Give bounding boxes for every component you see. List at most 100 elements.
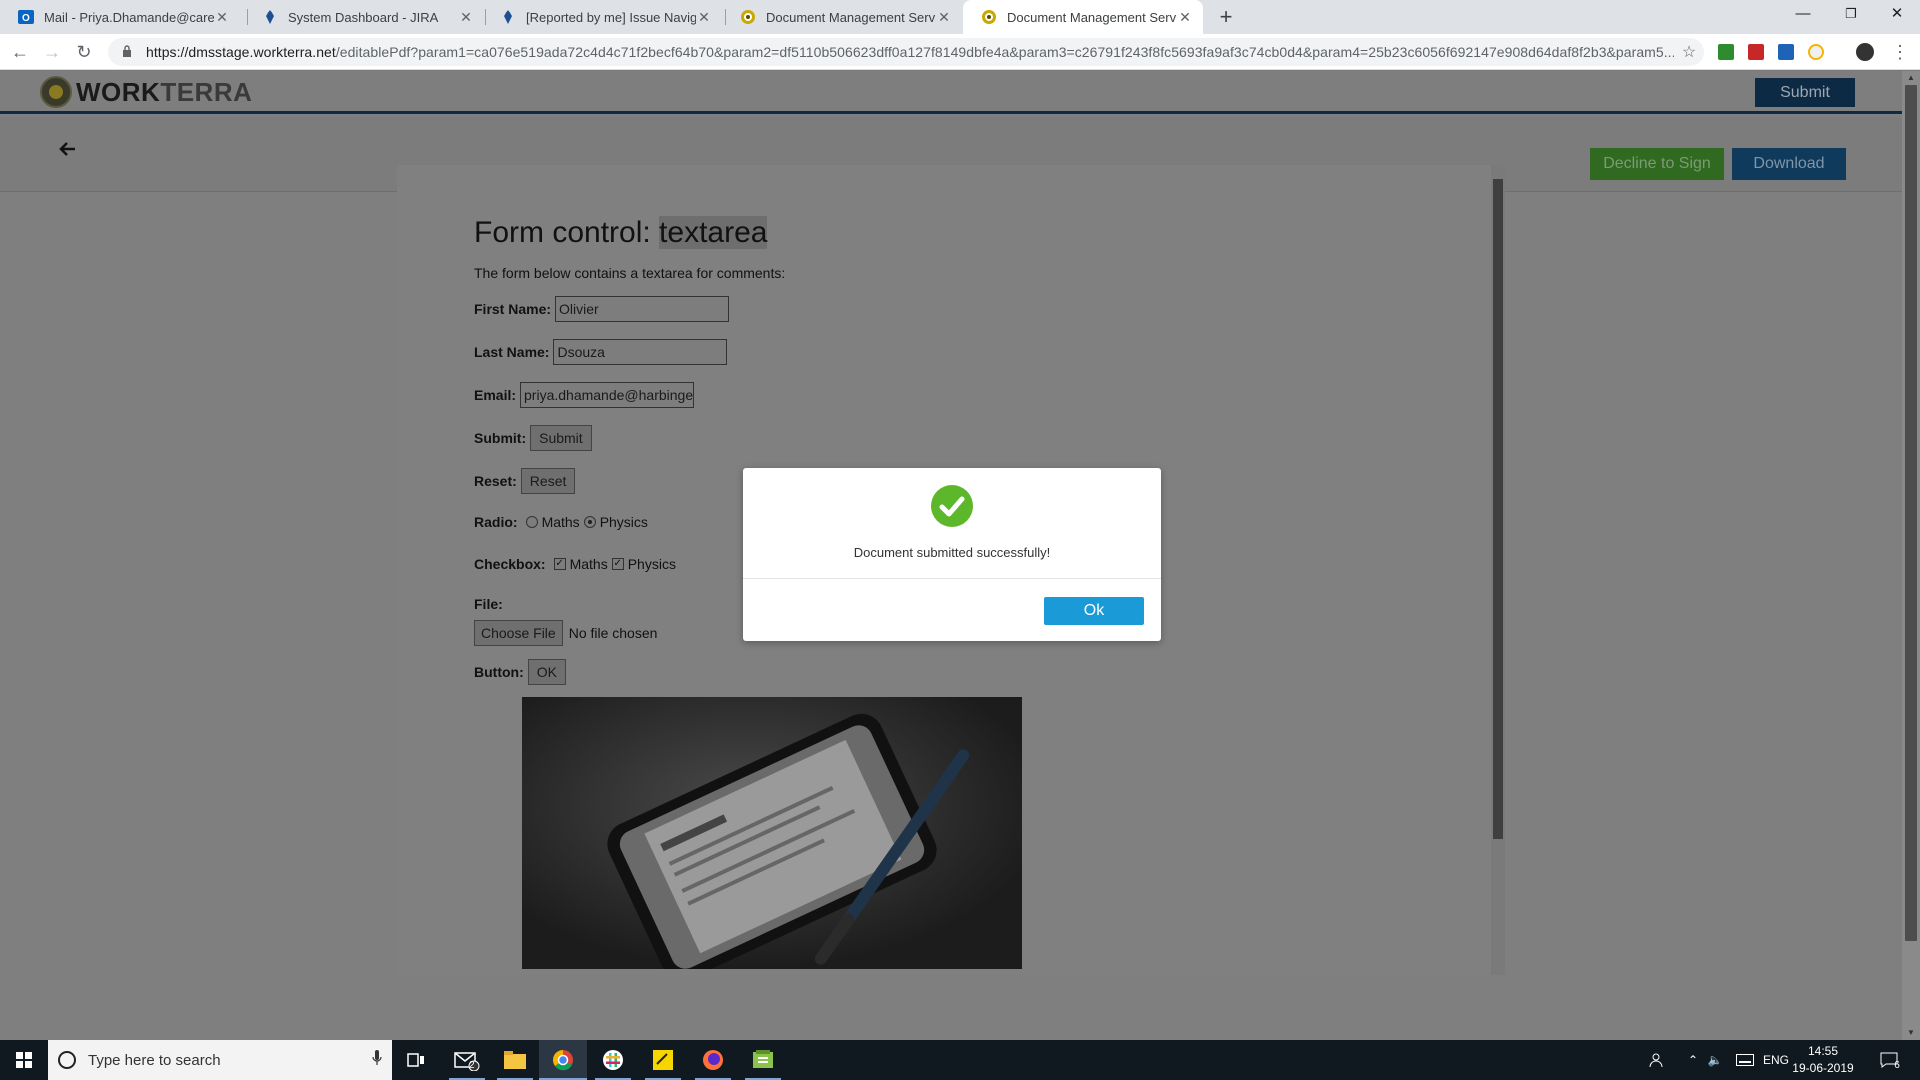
- file-input-row: Choose File No file chosen: [474, 620, 657, 646]
- language-indicator[interactable]: ENG: [1760, 1040, 1792, 1080]
- dialog-ok-button[interactable]: Ok: [1044, 597, 1144, 625]
- success-dialog: Document submitted successfully! Ok: [743, 468, 1161, 641]
- document-scrollbar[interactable]: [1491, 165, 1505, 975]
- sticky-notes-icon[interactable]: [639, 1040, 687, 1080]
- success-message: Document submitted successfully!: [853, 545, 1051, 560]
- checkbox-row: Checkbox: ✓ Maths ✓ Physics: [474, 556, 676, 572]
- tab-title: Document Management Service: [1007, 9, 1177, 25]
- people-icon[interactable]: [1644, 1040, 1668, 1080]
- form-ok-button[interactable]: OK: [527, 659, 566, 685]
- tab-title: Document Management Service: [766, 9, 936, 25]
- lock-icon: [122, 44, 134, 60]
- reset-row: Reset: Reset: [474, 468, 576, 494]
- back-icon[interactable]: ←: [8, 40, 32, 64]
- chevron-up-icon[interactable]: ⌃: [1683, 1040, 1703, 1080]
- chrome-taskbar-icon[interactable]: [539, 1040, 587, 1080]
- scroll-up-icon[interactable]: ▲: [1902, 71, 1920, 85]
- workterra-logo: WORKTERRA: [40, 76, 252, 108]
- back-arrow-icon[interactable]: [54, 139, 80, 165]
- last-name-field[interactable]: Dsouza: [553, 339, 728, 365]
- checkbox-physics[interactable]: ✓: [611, 558, 624, 570]
- extension-blue-icon[interactable]: [1778, 44, 1794, 60]
- close-tab-icon[interactable]: ✕: [1177, 9, 1193, 26]
- notification-center-icon[interactable]: 6: [1872, 1040, 1908, 1080]
- extension-red-icon[interactable]: [1748, 44, 1764, 60]
- browser-toolbar: ← → ↻ https://dmsstage.workterra.net/edi…: [0, 34, 1920, 70]
- taskbar-search-box[interactable]: Type here to search: [48, 1040, 392, 1080]
- windows-start-icon[interactable]: [0, 1040, 48, 1080]
- decline-to-sign-button[interactable]: Decline to Sign: [1590, 148, 1724, 180]
- close-tab-icon[interactable]: ✕: [696, 9, 712, 26]
- first-name-field[interactable]: Olivier: [555, 296, 730, 322]
- workterra-logo-icon: [40, 76, 72, 108]
- minimize-icon[interactable]: —: [1780, 0, 1826, 30]
- email-field[interactable]: priya.dhamande@harbinge: [520, 382, 695, 408]
- form-intro: The form below contains a textarea for c…: [474, 265, 786, 281]
- dialog-divider: [743, 578, 1161, 579]
- workterra-icon: [740, 9, 756, 25]
- address-bar[interactable]: https://dmsstage.workterra.net/editableP…: [108, 38, 1704, 66]
- tab-title: System Dashboard - JIRA: [288, 9, 439, 25]
- button-row: Button: OK: [474, 659, 566, 685]
- choose-file-button[interactable]: Choose File: [474, 620, 563, 646]
- tab-dms-active[interactable]: Document Management Service ✕: [963, 0, 1203, 34]
- tab-title: [Reported by me] Issue Navigator: [526, 9, 696, 25]
- tab-dms-1[interactable]: Document Management Service ✕: [722, 0, 962, 34]
- archive-app-icon[interactable]: [739, 1040, 787, 1080]
- file-row: File:: [474, 596, 503, 612]
- close-window-icon[interactable]: ✕: [1874, 0, 1920, 30]
- task-view-icon[interactable]: [392, 1040, 440, 1080]
- extension-chrome-icon[interactable]: [1808, 44, 1824, 60]
- windows-taskbar: Type here to search 2 ⌃ 🔈 ENG 14:55 19-0…: [0, 1040, 1920, 1080]
- tab-mail[interactable]: O Mail - Priya.Dhamande@careerbuilder ✕: [0, 0, 240, 34]
- success-check-icon: [931, 485, 973, 527]
- download-button[interactable]: Download: [1732, 148, 1846, 180]
- tab-jira-issues[interactable]: [Reported by me] Issue Navigator ✕: [482, 0, 722, 34]
- form-submit-button[interactable]: Submit: [530, 425, 592, 451]
- mail-app-icon[interactable]: 2: [443, 1040, 491, 1080]
- app-header: WORKTERRA Submit: [0, 71, 1902, 114]
- microphone-icon[interactable]: [362, 1050, 392, 1070]
- workterra-icon: [981, 9, 997, 25]
- cortana-icon: [58, 1051, 76, 1069]
- volume-icon[interactable]: 🔈: [1705, 1040, 1725, 1080]
- close-tab-icon[interactable]: ✕: [458, 9, 474, 26]
- radio-physics[interactable]: [583, 516, 596, 528]
- email-row: Email: priya.dhamande@harbinge: [474, 382, 695, 408]
- firefox-icon[interactable]: [689, 1040, 737, 1080]
- tab-title: Mail - Priya.Dhamande@careerbuilder: [44, 9, 214, 25]
- header-submit-button[interactable]: Submit: [1755, 78, 1855, 107]
- form-title: Form control: textarea: [474, 216, 768, 249]
- extension-green-icon[interactable]: [1718, 44, 1734, 60]
- svg-text:O: O: [22, 13, 30, 24]
- form-reset-button[interactable]: Reset: [520, 468, 576, 494]
- keyboard-icon[interactable]: [1733, 1040, 1757, 1080]
- slack-icon[interactable]: [589, 1040, 637, 1080]
- close-tab-icon[interactable]: ✕: [936, 9, 952, 26]
- page-scrollbar[interactable]: ▲ ▼: [1902, 71, 1920, 1040]
- forward-icon[interactable]: →: [40, 40, 64, 64]
- close-tab-icon[interactable]: ✕: [214, 9, 230, 26]
- radio-maths[interactable]: [525, 516, 538, 528]
- phone-photo: [522, 697, 1022, 969]
- url-text: https://dmsstage.workterra.net/editableP…: [146, 44, 1674, 60]
- profile-avatar[interactable]: [1856, 43, 1874, 61]
- system-clock[interactable]: 14:55 19-06-2019: [1790, 1043, 1856, 1077]
- reload-icon[interactable]: ↻: [72, 40, 96, 64]
- bookmark-star-icon[interactable]: ☆: [1674, 42, 1704, 62]
- chrome-menu-icon[interactable]: ⋮: [1890, 42, 1910, 62]
- scroll-down-icon[interactable]: ▼: [1902, 1026, 1920, 1040]
- checkbox-maths[interactable]: ✓: [553, 558, 566, 570]
- file-explorer-icon[interactable]: [491, 1040, 539, 1080]
- outlook-icon: O: [18, 9, 34, 25]
- jira-icon: [262, 9, 278, 25]
- radio-row: Radio: Maths Physics: [474, 514, 648, 530]
- no-file-text: No file chosen: [568, 625, 658, 641]
- restore-icon[interactable]: ❐: [1828, 0, 1874, 30]
- submit-row: Submit: Submit: [474, 425, 592, 451]
- last-name-row: Last Name: Dsouza: [474, 339, 728, 365]
- jira-icon: [500, 9, 516, 25]
- new-tab-button[interactable]: +: [1213, 4, 1239, 30]
- tab-jira-dashboard[interactable]: System Dashboard - JIRA ✕: [244, 0, 484, 34]
- first-name-row: First Name: Olivier: [474, 296, 730, 322]
